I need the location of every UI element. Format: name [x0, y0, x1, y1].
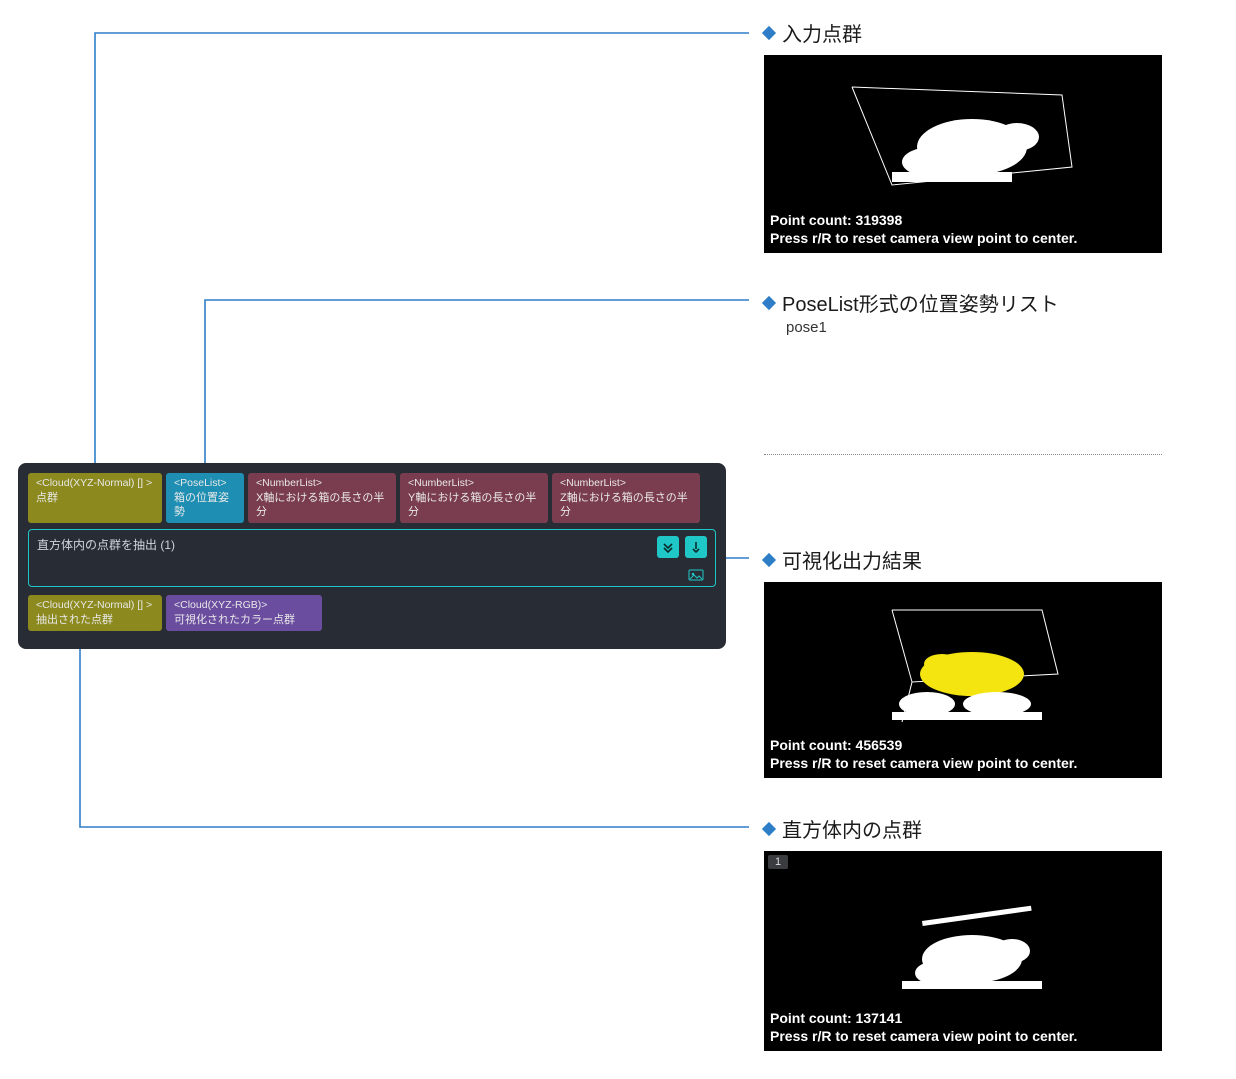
viewer-hint-text: Press r/R to reset camera view point to … [770, 230, 1077, 246]
port-label: 箱の位置姿勢 [174, 491, 236, 520]
node-body[interactable]: 直方体内の点群を抽出 (1) [28, 529, 716, 587]
port-type: <NumberList> [256, 477, 388, 491]
port-type: <NumberList> [560, 477, 692, 491]
expand-down-icon[interactable] [657, 536, 679, 558]
input-port-half-x[interactable]: <NumberList> X軸における箱の長さの半分 [248, 473, 396, 523]
viewer-box-cloud: 1 Point count: 137141 Press r/R to reset… [764, 851, 1162, 1051]
port-type: <PoseList> [174, 477, 236, 491]
port-type: <NumberList> [408, 477, 540, 491]
port-label: X軸における箱の長さの半分 [256, 491, 388, 520]
annotation-subtitle: pose1 [786, 319, 1059, 336]
node-title: 直方体内の点群を抽出 (1) [37, 536, 707, 553]
node-icon-group [657, 536, 707, 558]
annotation-title: 直方体内の点群 [764, 814, 1162, 843]
annotation-title: PoseList形式の位置姿勢リスト [764, 288, 1059, 317]
pin-icon[interactable] [685, 536, 707, 558]
input-port-cloud[interactable]: <Cloud(XYZ-Normal) [] > 点群 [28, 473, 162, 523]
node-panel: <Cloud(XYZ-Normal) [] > 点群 <PoseList> 箱の… [18, 463, 726, 649]
annotation-vis-output: 可視化出力結果 Point count: 456539 Press r/R to… [764, 545, 1162, 778]
point-count-text: Point count: 456539 [770, 737, 902, 753]
viewer-hint-text: Press r/R to reset camera view point to … [770, 1028, 1077, 1044]
output-port-extracted-cloud[interactable]: <Cloud(XYZ-Normal) [] > 抽出された点群 [28, 595, 162, 631]
port-label: 可視化されたカラー点群 [174, 613, 314, 627]
output-port-row: <Cloud(XYZ-Normal) [] > 抽出された点群 <Cloud(X… [28, 595, 716, 631]
input-port-half-y[interactable]: <NumberList> Y軸における箱の長さの半分 [400, 473, 548, 523]
input-port-poselist[interactable]: <PoseList> 箱の位置姿勢 [166, 473, 244, 523]
annotation-input-cloud: 入力点群 Point count: 319398 Press r/R to re… [764, 18, 1162, 253]
image-icon[interactable] [685, 564, 707, 586]
port-type: <Cloud(XYZ-RGB)> [174, 599, 314, 613]
viewer-input-cloud: Point count: 319398 Press r/R to reset c… [764, 55, 1162, 253]
annotation-title: 可視化出力結果 [764, 545, 1162, 574]
separator-line [764, 454, 1162, 455]
port-label: Z軸における箱の長さの半分 [560, 491, 692, 520]
annotation-title: 入力点群 [764, 18, 1162, 47]
port-label: Y軸における箱の長さの半分 [408, 491, 540, 520]
port-type: <Cloud(XYZ-Normal) [] > [36, 599, 154, 613]
point-count-text: Point count: 319398 [770, 212, 902, 228]
annotation-box-cloud: 直方体内の点群 1 Point count: 137141 Press r/R … [764, 814, 1162, 1051]
port-label: 点群 [36, 491, 154, 505]
viewer-vis-output: Point count: 456539 Press r/R to reset c… [764, 582, 1162, 778]
annotation-poselist: PoseList形式の位置姿勢リスト pose1 [764, 288, 1059, 336]
port-label: 抽出された点群 [36, 613, 154, 627]
input-port-row: <Cloud(XYZ-Normal) [] > 点群 <PoseList> 箱の… [28, 473, 716, 523]
viewer-tab[interactable]: 1 [768, 855, 788, 869]
point-count-text: Point count: 137141 [770, 1010, 902, 1026]
input-port-half-z[interactable]: <NumberList> Z軸における箱の長さの半分 [552, 473, 700, 523]
port-type: <Cloud(XYZ-Normal) [] > [36, 477, 154, 491]
viewer-hint-text: Press r/R to reset camera view point to … [770, 755, 1077, 771]
output-port-color-cloud[interactable]: <Cloud(XYZ-RGB)> 可視化されたカラー点群 [166, 595, 322, 631]
